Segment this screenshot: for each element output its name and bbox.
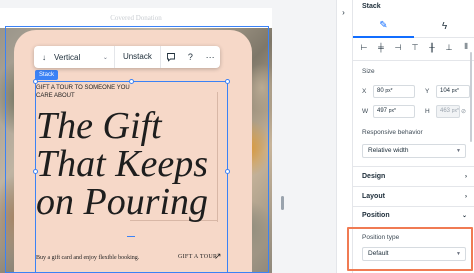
direction-label: Vertical [54,52,81,62]
gift-tour-link[interactable]: GIFT A TOUR [178,254,217,260]
responsive-dropdown[interactable]: Relative width ▼ [362,144,466,158]
panel-tabs: ✎ ϟ [353,14,474,38]
stack-toolbar: ↓ Vertical ⌄ Unstack ? ··· [34,46,220,68]
responsive-value: Relative width [368,147,409,154]
w-value: 497 [377,108,388,114]
arrow-up-right-icon[interactable]: ↗ [214,251,222,262]
section-position[interactable]: Position ⌄ [353,207,474,225]
align-left-icon[interactable]: ⊢ [358,41,370,53]
x-value: 80 [377,88,384,94]
unstack-button[interactable]: Unstack [115,46,161,68]
chevron-right-icon: › [465,174,467,180]
h-field: 463 px* [436,105,460,118]
w-field[interactable]: 497 px* [373,105,415,118]
pencil-icon: ✎ [379,19,388,31]
x-label: X [362,88,367,95]
section-layout[interactable]: Layout › [353,188,474,206]
more-icon[interactable]: ··· [200,46,220,68]
section-position-label: Position [362,212,390,219]
y-unit: px* [451,88,459,94]
help-icon[interactable]: ? [181,46,201,68]
drop-indicator [127,236,135,237]
divider [353,166,474,167]
chevron-down-icon: ⌄ [461,213,467,219]
h-unit: px* [451,108,459,114]
footer-text[interactable]: Buy a gift card and enjoy flexible booki… [36,255,139,261]
y-value: 104 [440,88,451,94]
collapse-panel-icon[interactable]: › [337,6,350,19]
align-middle-icon[interactable]: ╫ [426,41,438,53]
h-label: H [425,108,430,115]
w-label: W [362,108,369,115]
y-field[interactable]: 104 px* [436,85,470,98]
align-toolbar: ⊢ ╪ ⊣ ⊤ ╫ ⊥ ⫴ [358,40,472,54]
lightning-icon: ϟ [441,20,448,32]
chevron-down-icon: ▼ [456,148,461,154]
divider [353,60,474,61]
arrow-down-icon: ↓ [42,52,46,62]
canvas[interactable]: Covered Donation Stack GIFT A TOUR TO SO… [0,0,336,273]
align-top-icon[interactable]: ⊤ [409,41,421,53]
editor-root: Covered Donation Stack GIFT A TOUR TO SO… [0,0,474,273]
y-label: Y [425,88,430,95]
canvas-drag-handle[interactable] [281,196,284,210]
eyebrow-text[interactable]: GIFT A TOUR TO SOMEONE YOU CARE ABOUT [36,84,146,100]
x-unit: px* [385,88,393,94]
responsive-label: Responsive behavior [362,129,423,136]
position-type-highlight [347,227,473,271]
align-bottom-icon[interactable]: ⊥ [443,41,455,53]
align-center-h-icon[interactable]: ╪ [375,41,387,53]
h-value: 463 [440,108,451,114]
resize-handle[interactable] [225,79,230,84]
chevron-right-icon: › [465,194,467,200]
panel-title: Stack [362,3,381,10]
w-unit: px* [388,108,396,114]
section-layout-label: Layout [362,193,385,200]
direction-dropdown[interactable]: ↓ Vertical ⌄ [34,46,115,68]
lock-icon[interactable]: ⊘ [461,108,466,115]
headline-text[interactable]: The Gift That Keeps on Pouring [36,107,226,221]
section-design[interactable]: Design › [353,168,474,186]
page-header-ghost: Covered Donation [110,14,162,22]
divider [353,186,474,187]
panel-scrollbar[interactable] [470,52,472,142]
section-design-label: Design [362,173,386,180]
x-field[interactable]: 80 px* [373,85,415,98]
tab-interactions[interactable]: ϟ [414,14,474,38]
comment-icon[interactable] [161,46,181,68]
align-right-icon[interactable]: ⊣ [392,41,404,53]
stack-tag[interactable]: Stack [35,70,59,80]
size-label: Size [362,68,375,75]
tab-design[interactable]: ✎ [353,14,414,38]
chevron-down-icon: ⌄ [102,54,108,61]
